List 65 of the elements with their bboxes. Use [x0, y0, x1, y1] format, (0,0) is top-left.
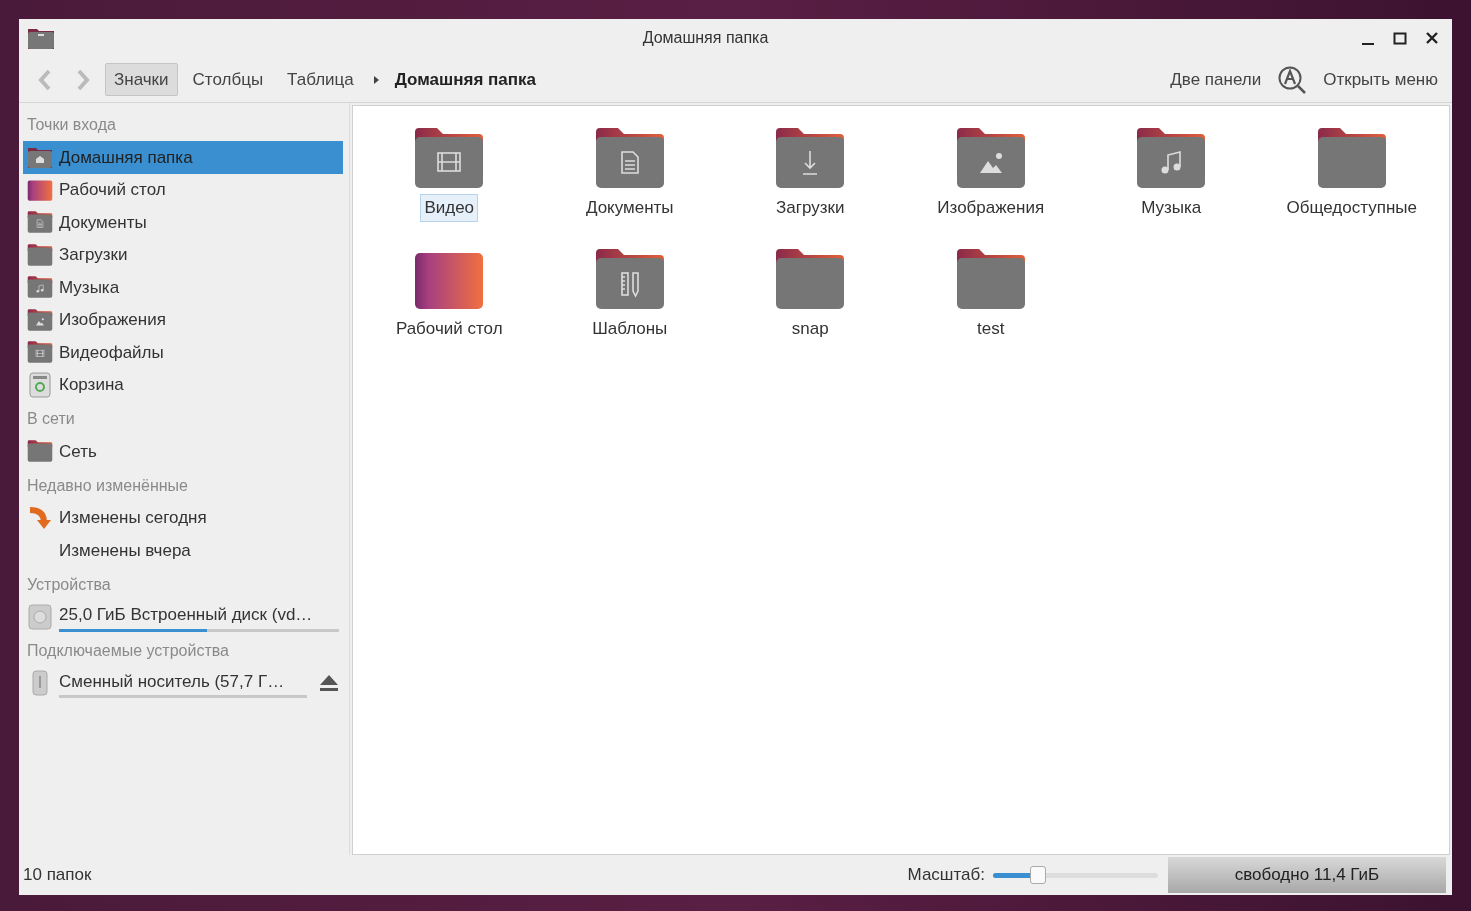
open-menu-button[interactable]: Открыть меню	[1319, 63, 1442, 96]
sidebar-item[interactable]: Домашняя папка	[23, 141, 343, 174]
document-folder-icon	[27, 210, 53, 235]
sidebar-item[interactable]: Видеофайлы	[23, 336, 343, 369]
view-tab[interactable]: Значки	[105, 62, 178, 97]
minimize-icon	[1362, 42, 1374, 45]
zoom-slider[interactable]	[993, 865, 1158, 885]
sidebar-item[interactable]: Корзина	[23, 368, 343, 401]
section-heading: Недавно изменённые	[26, 475, 189, 496]
picture-folder-icon	[27, 307, 53, 332]
picture-folder-icon[interactable]	[954, 126, 1027, 190]
search-icon[interactable]	[1277, 64, 1308, 95]
file-name[interactable]: Шаблоны	[588, 315, 672, 343]
file-name[interactable]: Документы	[581, 194, 678, 222]
sidebar-item[interactable]: Изменены сегодня	[23, 501, 343, 534]
sidebar-item[interactable]: Музыка	[23, 271, 343, 304]
home-folder-icon	[27, 145, 53, 170]
folder-icon[interactable]	[774, 247, 847, 311]
view-tab[interactable]: Таблица	[278, 62, 363, 97]
close-icon	[1425, 31, 1439, 45]
section-heading: Точки входа	[26, 115, 117, 135]
sidebar-item[interactable]: Загрузки	[23, 238, 343, 271]
music-folder-icon	[27, 275, 53, 300]
sidebar-item[interactable]: Сменный носитель (57,7 Г…	[23, 667, 343, 700]
file-name[interactable]: snap	[787, 315, 833, 343]
file-name[interactable]: Изображения	[933, 194, 1049, 222]
section-heading: Устройства	[26, 574, 112, 595]
music-folder-icon[interactable]	[1135, 126, 1208, 190]
sidebar-item[interactable]: Изменены вчера	[23, 534, 343, 567]
folder-icon[interactable]	[1315, 126, 1388, 190]
sidebar-item[interactable]: Изображения	[23, 303, 343, 336]
sidebar-item[interactable]: Сеть	[23, 435, 343, 468]
section-heading: В сети	[26, 409, 76, 429]
folder-icon	[27, 439, 53, 464]
dual-pane-button[interactable]: Две панели	[1166, 63, 1266, 96]
file-name[interactable]: Музыка	[1137, 194, 1206, 222]
folder-icon[interactable]	[954, 247, 1027, 311]
download-folder-icon[interactable]	[774, 126, 847, 190]
free-space-bar: свободно 11,4 ГиБ	[1168, 857, 1446, 893]
zoom-label: Масштаб:	[907, 864, 985, 887]
section-heading: Подключаемые устройства	[26, 641, 230, 661]
sidebar-item[interactable]: Рабочий стол	[23, 173, 343, 206]
eject-icon[interactable]	[319, 673, 339, 694]
window-title: Домашняя папка	[641, 28, 770, 48]
breadcrumb-arrow-icon	[372, 74, 381, 85]
folder-icon	[27, 26, 55, 50]
maximize-icon	[1393, 31, 1407, 45]
sidebar-item[interactable]: 25,0 ГиБ Встроенный диск (vd…	[23, 600, 343, 633]
file-name[interactable]: Загрузки	[772, 194, 849, 222]
slider-handle[interactable]	[1029, 866, 1046, 884]
recycle-bin-icon	[27, 371, 53, 398]
breadcrumb-button[interactable]: Домашняя папка	[390, 63, 540, 96]
file-name[interactable]: Рабочий стол	[391, 315, 507, 343]
item-count: 10 папок	[23, 864, 92, 887]
file-name[interactable]: test	[973, 315, 1009, 343]
file-name[interactable]: Общедоступные	[1282, 194, 1421, 222]
folder-icon	[27, 242, 53, 267]
film-folder-icon[interactable]	[413, 126, 486, 190]
ruler-pencil-folder-icon[interactable]	[593, 247, 666, 311]
document-folder-icon[interactable]	[593, 126, 666, 190]
file-name[interactable]: Видео	[420, 194, 479, 222]
sidebar-item[interactable]: Документы	[23, 206, 343, 239]
curved-arrow-icon	[27, 504, 53, 531]
film-folder-icon	[27, 340, 53, 365]
view-tab[interactable]: Столбцы	[183, 62, 273, 97]
